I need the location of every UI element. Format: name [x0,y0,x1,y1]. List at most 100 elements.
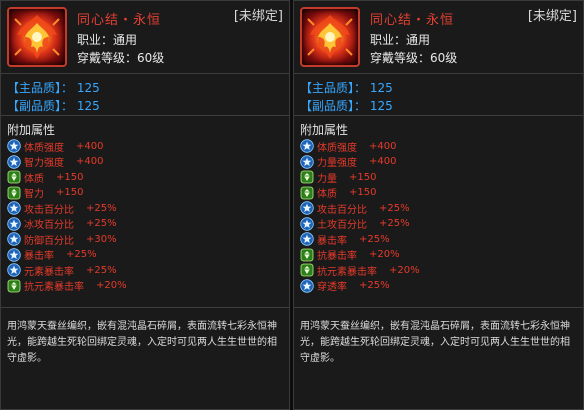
attribute-value: +400 [76,140,104,152]
attribute-name: 抗元素暴击率 [317,266,377,278]
attribute-value: +25% [86,264,117,276]
attribute-row: 体质强度 +400 [300,138,396,154]
attribute-value: +25% [66,249,97,260]
attribute-row: 抗元素暴击率 +20% [300,262,420,278]
attribute-value: +150 [56,171,84,183]
bind-status: [未绑定] [527,9,577,24]
green-gem-icon [7,170,21,184]
attribute-row: 攻击百分比 +25% [7,200,117,216]
blue-star-icon [7,232,21,246]
attribute-value: +25% [359,280,390,291]
attribute-name: 力量强度 [317,158,357,169]
divider [1,73,289,74]
attribute-value: +150 [56,187,84,198]
blue-star-icon [7,263,21,277]
blue-star-icon [300,154,314,169]
attribute-row: 体质 +150 [7,169,83,185]
divider [1,307,289,308]
attribute-name: 体质 [317,189,337,200]
attribute-value: +150 [349,187,377,198]
attribute-value: +20% [96,280,127,291]
attribute-section-title: 附加属性 [7,123,56,137]
attribute-name: 抗元素暴击率 [24,282,84,293]
green-gem-icon [300,170,314,184]
attribute-row: 抗元素暴击率 +20% [7,278,127,294]
attribute-value: +150 [349,171,377,183]
attribute-row: 防御百分比 +30% [7,231,117,247]
attribute-value: +20% [389,264,420,276]
blue-star-icon [7,247,21,262]
attribute-row: 力量强度 +400 [300,154,396,170]
profession-label: 职业：通用 [77,33,138,47]
sub-quality: 【副品质】： 125 [7,99,100,113]
attribute-row: 穿透率 +25% [300,278,390,294]
attribute-name: 冰攻百分比 [24,220,74,231]
green-gem-icon [7,279,21,293]
sub-quality: 【副品质】： 125 [300,99,393,113]
attribute-row: 冰攻百分比 +25% [7,216,117,232]
attribute-value: +400 [369,156,397,167]
green-gem-icon [300,263,314,277]
attribute-value: +25% [86,218,117,229]
green-gem-icon [300,186,314,200]
blue-star-icon [7,139,21,153]
blue-star-icon [300,201,314,215]
attribute-value: +25% [359,233,390,245]
attribute-row: 元素暴击率 +25% [7,262,117,278]
attribute-name: 力量 [317,173,337,185]
attribute-name: 体质 [24,173,44,185]
attribute-row: 土攻百分比 +25% [300,216,410,232]
level-requirement: 穿戴等级：60级 [77,51,165,65]
attribute-value: +400 [76,156,104,167]
attribute-name: 攻击百分比 [24,204,74,216]
attribute-name: 攻击百分比 [317,204,367,216]
attribute-row: 攻击百分比 +25% [300,200,410,216]
divider [294,115,583,116]
level-requirement: 穿戴等级：60级 [370,51,458,65]
attribute-value: +25% [379,202,410,214]
tongxinjie-item-icon[interactable] [300,7,360,67]
attribute-value: +30% [86,233,117,245]
attribute-name: 暴击率 [317,235,347,247]
tongxinjie-item-icon[interactable] [7,7,67,67]
attribute-name: 体质强度 [24,142,64,154]
attribute-name: 抗暴击率 [317,251,357,262]
attribute-value: +25% [86,202,117,214]
item-tooltip-left: 同心结・永恒 [未绑定] 职业：通用 穿戴等级：60级 【主品质】： 125 【… [0,0,290,410]
attribute-row: 抗暴击率 +20% [300,247,400,263]
attribute-row: 智力强度 +400 [7,154,103,170]
attribute-name: 防御百分比 [24,235,74,247]
blue-star-icon [300,139,314,153]
blue-star-icon [300,232,314,246]
attribute-name: 智力 [24,189,44,200]
item-description: 用鸿蒙天蚕丝编织，嵌有混沌晶石碎屑，表面流转七彩永恒神光，能跨越生死轮回绑定灵魂… [300,321,570,364]
blue-star-icon [300,278,314,293]
attribute-row: 暴击率 +25% [7,247,97,263]
attribute-name: 土攻百分比 [317,220,367,231]
blue-star-icon [7,201,21,215]
attribute-value: +400 [369,140,397,152]
attribute-row: 暴击率 +25% [300,231,390,247]
main-quality: 【主品质】： 125 [7,81,100,95]
blue-star-icon [7,216,21,231]
attribute-row: 体质 +150 [300,185,376,201]
green-gem-icon [7,186,21,200]
attribute-row: 智力 +150 [7,185,83,201]
green-gem-icon [300,248,314,262]
main-quality: 【主品质】： 125 [300,81,393,95]
attribute-name: 智力强度 [24,158,64,169]
attribute-row: 体质强度 +400 [7,138,103,154]
item-description: 用鸿蒙天蚕丝编织，嵌有混沌晶石碎屑，表面流转七彩永恒神光，能跨越生死轮回绑定灵魂… [7,321,277,364]
attribute-section-title: 附加属性 [300,123,349,137]
divider [1,115,289,116]
item-tooltip-right: 同心结・永恒 [未绑定] 职业：通用 穿戴等级：60级 【主品质】： 125 【… [293,0,584,410]
attribute-name: 穿透率 [317,282,347,293]
attribute-name: 暴击率 [24,251,54,262]
attribute-name: 元素暴击率 [24,266,74,278]
bind-status: [未绑定] [233,9,283,24]
attribute-value: +20% [369,249,400,260]
divider [294,73,583,74]
divider [294,307,583,308]
attribute-value: +25% [379,218,410,229]
item-name: 同心结・永恒 [77,13,162,28]
